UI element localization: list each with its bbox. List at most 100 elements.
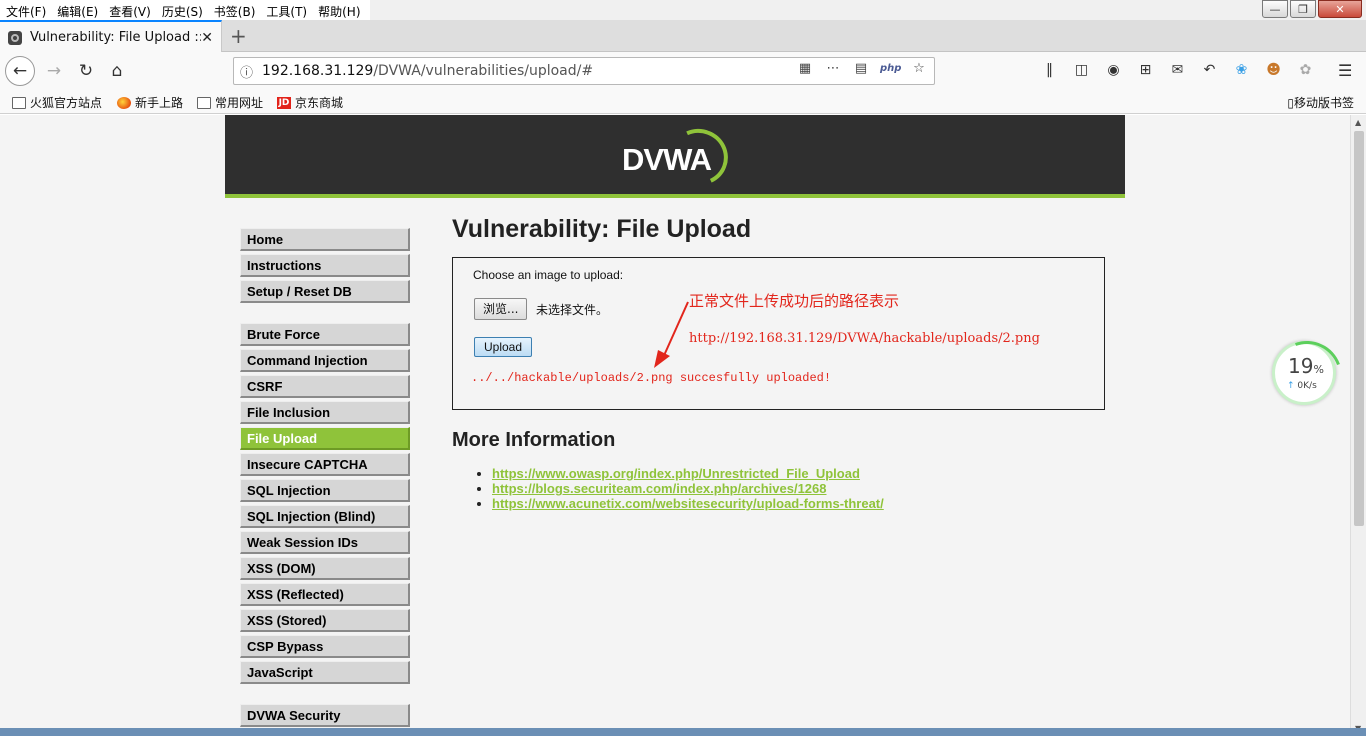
sidebar-item-instructions[interactable]: Instructions — [240, 254, 410, 277]
scrollbar-thumb[interactable] — [1354, 131, 1364, 526]
sidebar-item-sql-injection-blind[interactable]: SQL Injection (Blind) — [240, 505, 410, 528]
back-arrow-icon[interactable]: ← — [5, 56, 35, 86]
sidebar-item-sql-injection[interactable]: SQL Injection — [240, 479, 410, 502]
upload-button[interactable]: Upload — [474, 337, 533, 357]
sidebar-item-command-injection[interactable]: Command Injection — [240, 349, 410, 372]
reader-view-icon[interactable]: ▤ — [852, 61, 870, 76]
menu-tools[interactable]: 工具(T) — [260, 0, 312, 20]
more-info-links: https://www.owasp.org/index.php/Unrestri… — [452, 466, 1112, 511]
menu-view[interactable]: 查看(V) — [103, 0, 156, 20]
sidebar-item-xss-stored[interactable]: XSS (Stored) — [240, 609, 410, 632]
gray-extension-icon[interactable]: ✿ — [1296, 62, 1315, 78]
firefox-icon — [117, 96, 131, 109]
url-bar-actions: ▦ ⋯ ▤ php ☆ — [796, 61, 928, 76]
bookmark-getting-started[interactable]: 新手上路 — [117, 94, 183, 111]
dvwa-container: DVWA Home Instructions Setup / Reset DB … — [225, 115, 1125, 736]
owasp-link[interactable]: https://www.owasp.org/index.php/Unrestri… — [492, 466, 860, 481]
bug-extension-icon[interactable]: ❀ — [1232, 62, 1251, 78]
php-extension-icon[interactable]: php — [880, 63, 901, 74]
page-scrollbar[interactable]: ▲ ▼ — [1350, 115, 1366, 736]
upload-arrow-icon: ↑ — [1287, 381, 1295, 391]
sidebar-item-javascript[interactable]: JavaScript — [240, 661, 410, 684]
sidebar-toggle-icon[interactable]: ◫ — [1072, 62, 1091, 78]
annotation-title: 正常文件上传成功后的路径表示 — [689, 292, 900, 310]
url-text[interactable]: 192.168.31.129/DVWA/vulnerabilities/uplo… — [262, 63, 593, 79]
account-icon[interactable]: ◉ — [1104, 62, 1123, 78]
sidebar-item-file-inclusion[interactable]: File Inclusion — [240, 401, 410, 424]
site-info-icon[interactable]: ⓘ — [240, 62, 262, 81]
tab-active[interactable]: Vulnerability: File Upload :: D ✕ — [0, 20, 222, 53]
url-host: 192.168.31.129 — [262, 63, 374, 79]
dvwa-favicon-icon — [8, 30, 22, 45]
bookmark-common-sites[interactable]: 常用网址 — [197, 94, 263, 111]
close-tab-icon[interactable]: ✕ — [201, 30, 213, 46]
dvwa-header: DVWA — [225, 115, 1125, 198]
no-file-selected-label: 未选择文件。 — [536, 303, 609, 317]
menu-list: 文件(F) 编辑(E) 查看(V) 历史(S) 书签(B) 工具(T) 帮助(H… — [0, 0, 370, 20]
bookmark-star-icon[interactable]: ☆ — [910, 61, 928, 76]
new-tab-icon[interactable]: + — [230, 24, 247, 48]
upload-form-box: Choose an image to upload: 浏览... 未选择文件。 … — [452, 257, 1105, 410]
main-content: Vulnerability: File Upload Choose an ima… — [452, 215, 1112, 511]
mobile-bookmarks-label: 移动版书签 — [1293, 96, 1354, 110]
scroll-up-icon[interactable]: ▲ — [1355, 118, 1361, 127]
sidebar-item-xss-reflected[interactable]: XSS (Reflected) — [240, 583, 410, 606]
sidebar-item-home[interactable]: Home — [240, 228, 410, 251]
hamburger-menu-icon[interactable]: ☰ — [1338, 61, 1352, 80]
tab-strip: Vulnerability: File Upload :: D ✕ + — [0, 20, 1366, 53]
maximize-button[interactable]: ❐ — [1290, 0, 1316, 18]
sidebar-item-dvwa-security[interactable]: DVWA Security — [240, 704, 410, 727]
toolbar-icons: ‖ ◫ ◉ ⊞ ✉ ↶ ❀ ☻ ✿ — [1040, 62, 1315, 78]
sidebar-item-weak-session-ids[interactable]: Weak Session IDs — [240, 531, 410, 554]
close-window-button[interactable]: ✕ — [1318, 0, 1362, 18]
undo-icon[interactable]: ↶ — [1200, 62, 1219, 78]
sidebar-item-csrf[interactable]: CSRF — [240, 375, 410, 398]
window-controls: — ❐ ✕ — [1262, 0, 1362, 18]
browse-button[interactable]: 浏览... — [474, 298, 528, 320]
tab-title: Vulnerability: File Upload :: D — [29, 30, 202, 45]
acunetix-link[interactable]: https://www.acunetix.com/websitesecurity… — [492, 496, 884, 511]
logo-swoosh-icon — [662, 120, 736, 194]
url-bar[interactable]: ⓘ 192.168.31.129/DVWA/vulnerabilities/up… — [233, 57, 935, 85]
os-taskbar — [0, 728, 1366, 736]
speed-rate: ↑ 0K/s — [1287, 381, 1317, 391]
forward-arrow-icon[interactable]: → — [40, 57, 68, 85]
sidebar-item-xss-dom[interactable]: XSS (DOM) — [240, 557, 410, 580]
home-icon[interactable]: ⌂ — [103, 57, 131, 85]
list-item: https://www.acunetix.com/websitesecurity… — [492, 496, 1112, 511]
list-item: https://www.owasp.org/index.php/Unrestri… — [492, 466, 1112, 481]
dvwa-logo: DVWA — [622, 120, 736, 194]
menu-history[interactable]: 历史(S) — [156, 0, 208, 20]
folder-icon — [197, 96, 211, 109]
mobile-bookmarks[interactable]: ▯移动版书签 — [1287, 94, 1354, 111]
sidebar-item-insecure-captcha[interactable]: Insecure CAPTCHA — [240, 453, 410, 476]
monkey-extension-icon[interactable]: ☻ — [1264, 62, 1283, 78]
bookmark-label: 新手上路 — [135, 96, 184, 110]
menu-help[interactable]: 帮助(H) — [312, 0, 365, 20]
library-icon[interactable]: ‖ — [1040, 62, 1059, 78]
qr-code-icon[interactable]: ▦ — [796, 61, 814, 76]
menu-file[interactable]: 文件(F) — [0, 0, 51, 20]
menu-edit[interactable]: 编辑(E) — [51, 0, 103, 20]
reload-icon[interactable]: ↻ — [72, 57, 100, 85]
bookmark-label: 常用网址 — [215, 96, 264, 110]
page-title: Vulnerability: File Upload — [452, 215, 752, 243]
securiteam-link[interactable]: https://blogs.securiteam.com/index.php/a… — [492, 481, 827, 496]
sidebar-item-setup[interactable]: Setup / Reset DB — [240, 280, 410, 303]
sidebar-item-brute-force[interactable]: Brute Force — [240, 323, 410, 346]
minimize-button[interactable]: — — [1262, 0, 1288, 18]
jd-logo-icon: JD — [277, 96, 291, 109]
sidebar-item-csp-bypass[interactable]: CSP Bypass — [240, 635, 410, 658]
chat-icon[interactable]: ✉ — [1168, 62, 1187, 78]
page-actions-icon[interactable]: ⋯ — [824, 61, 842, 76]
bookmark-firefox-official[interactable]: 火狐官方站点 — [12, 94, 102, 111]
upload-prompt: Choose an image to upload: — [473, 268, 624, 282]
menu-bookmarks[interactable]: 书签(B) — [208, 0, 261, 20]
speed-percent: 19% — [1288, 354, 1324, 378]
bookmark-jd[interactable]: JD 京东商城 — [277, 94, 343, 111]
sidebar-item-file-upload[interactable]: File Upload — [240, 427, 410, 450]
network-speed-widget[interactable]: 19% ↑ 0K/s — [1272, 341, 1336, 405]
sidebar-menu: Home Instructions Setup / Reset DB Brute… — [240, 228, 410, 730]
screenshot-crop-icon[interactable]: ⊞ — [1136, 62, 1155, 78]
folder-icon — [12, 96, 26, 109]
